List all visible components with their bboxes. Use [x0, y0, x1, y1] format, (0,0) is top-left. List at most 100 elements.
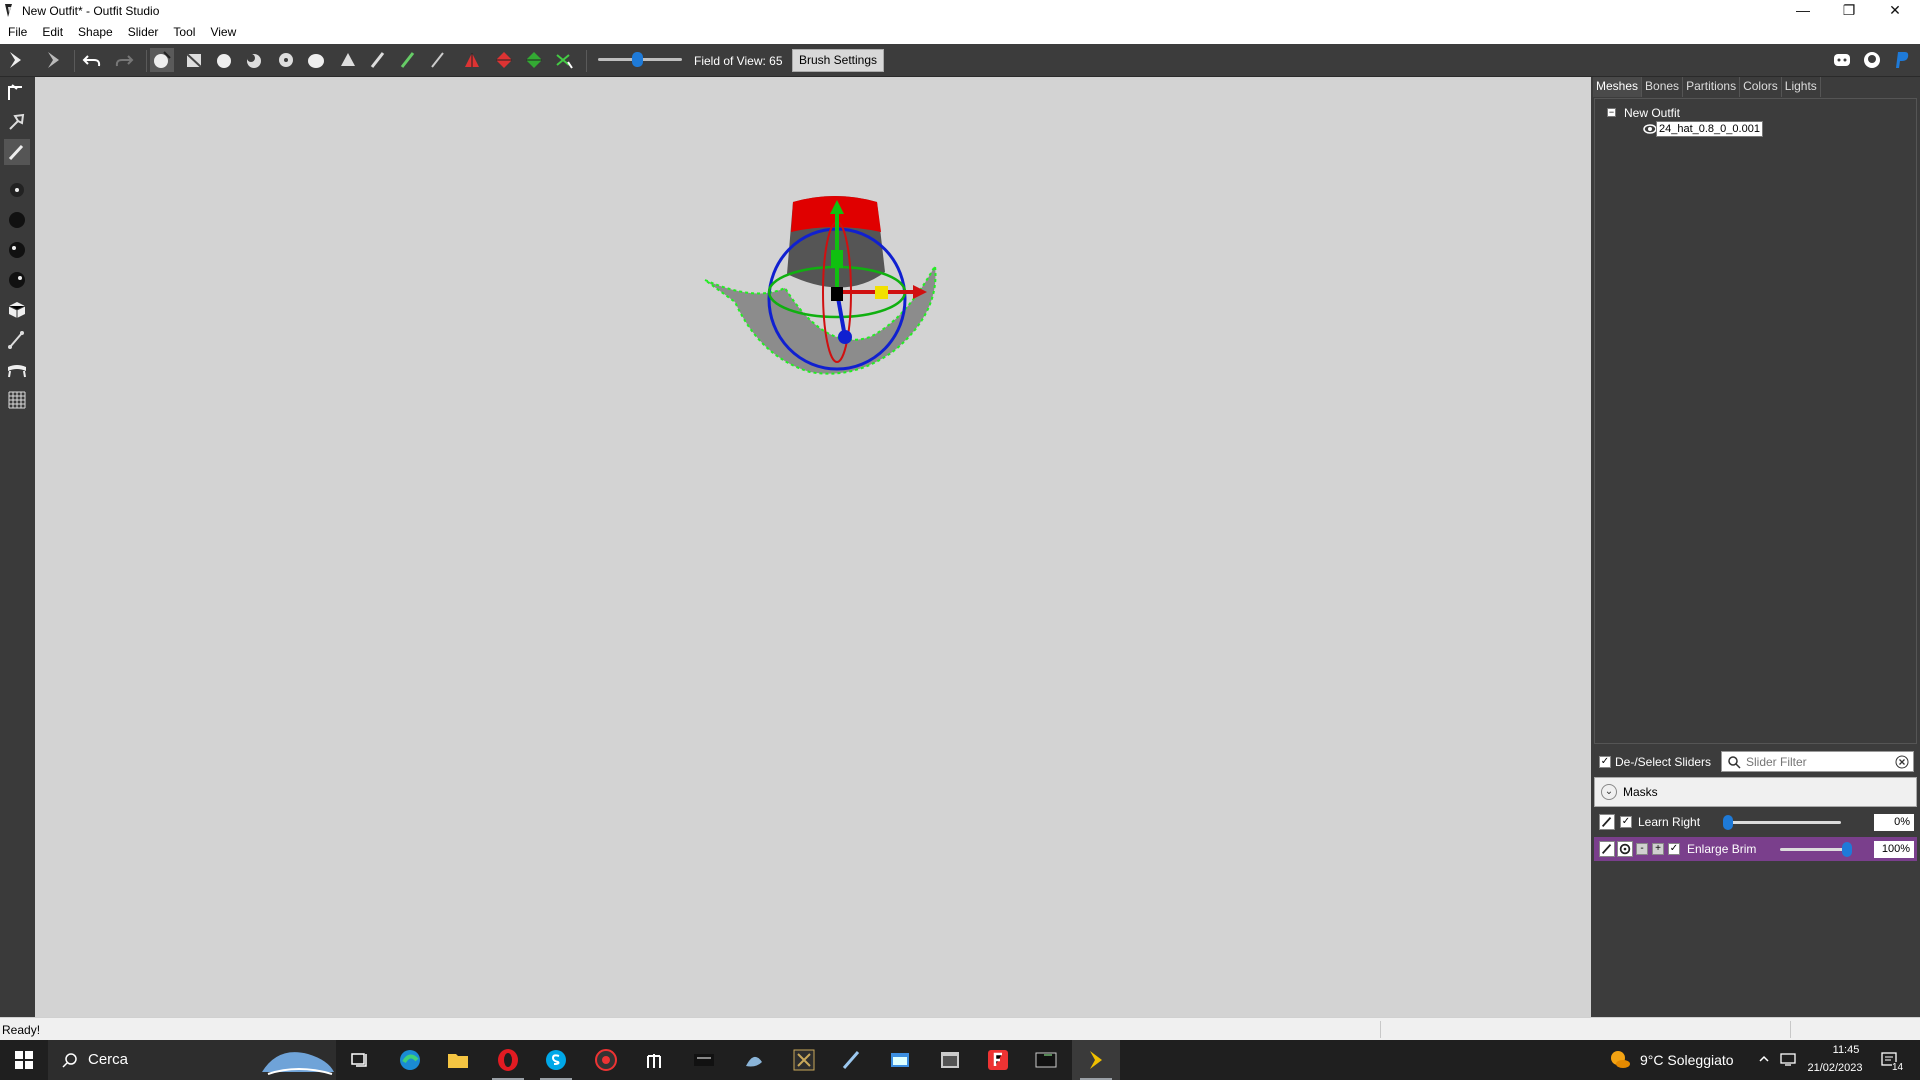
tray-overflow-chevron-icon[interactable]: [1758, 1053, 1770, 1065]
cube-tool-icon[interactable]: [4, 297, 30, 323]
network-icon[interactable]: [1780, 1052, 1796, 1066]
minimize-button[interactable]: —: [1780, 0, 1826, 22]
transform-tool-icon[interactable]: [460, 48, 484, 72]
tab-partitions[interactable]: Partitions: [1683, 77, 1741, 97]
grid-tool-icon[interactable]: [4, 387, 30, 413]
visibility-eye-icon[interactable]: [1643, 123, 1657, 135]
slider-header: ✓ De-/Select Sliders: [1591, 749, 1920, 775]
paypal-icon[interactable]: [1890, 48, 1914, 72]
tab-meshes[interactable]: Meshes: [1593, 77, 1643, 97]
search-highlight-art-icon: [262, 1052, 334, 1075]
skype-icon[interactable]: [532, 1040, 580, 1080]
pencil-tool-icon[interactable]: [4, 139, 30, 165]
brush-size-small-icon[interactable]: [4, 177, 30, 203]
restore-button[interactable]: ❐: [1826, 0, 1872, 22]
tab-bones[interactable]: Bones: [1642, 77, 1684, 97]
edit-slider-pencil-icon[interactable]: [1599, 814, 1615, 830]
slider-minus-button[interactable]: -: [1636, 843, 1648, 855]
pivot-tool-icon[interactable]: [492, 48, 516, 72]
taskbar-search[interactable]: Cerca: [48, 1040, 336, 1080]
close-button[interactable]: ✕: [1872, 0, 1918, 22]
app-window-icon[interactable]: [876, 1040, 924, 1080]
start-button[interactable]: [0, 1040, 48, 1080]
brush-settings-button[interactable]: Brush Settings: [792, 49, 884, 72]
github-icon[interactable]: [1860, 48, 1884, 72]
app-terminal-icon[interactable]: [680, 1040, 728, 1080]
menu-shape[interactable]: Shape: [70, 22, 120, 42]
color-brush-icon[interactable]: [396, 48, 420, 72]
tree-root-item[interactable]: New Outfit: [1624, 106, 1680, 120]
select-outfit-icon[interactable]: [4, 48, 28, 72]
tree-mesh-item[interactable]: 24_hat_0.8_0_0.001: [1656, 121, 1763, 137]
app-red-icon[interactable]: [582, 1040, 630, 1080]
brush-inflate-icon[interactable]: [4, 207, 30, 233]
slider-filter-input[interactable]: [1746, 753, 1886, 770]
clock-date[interactable]: 21/02/2023: [1800, 1062, 1870, 1074]
slider-value[interactable]: 0%: [1874, 814, 1914, 831]
select-reference-icon[interactable]: [42, 48, 66, 72]
slider-value[interactable]: 100%: [1874, 841, 1914, 858]
masks-section[interactable]: ⌄ Masks: [1594, 777, 1917, 807]
3d-viewport[interactable]: [35, 77, 1591, 1017]
tab-colors[interactable]: Colors: [1740, 77, 1782, 97]
pin-tool-icon[interactable]: [4, 109, 30, 135]
app-people-icon[interactable]: [632, 1040, 680, 1080]
outfit-studio-taskbar-icon[interactable]: [1072, 1040, 1120, 1080]
brush-deflate-icon[interactable]: [4, 237, 30, 263]
slider-settings-gear-icon[interactable]: [1617, 841, 1633, 857]
chevron-down-icon[interactable]: ⌄: [1601, 784, 1617, 800]
weight-brush-icon[interactable]: [366, 48, 390, 72]
tab-lights[interactable]: Lights: [1781, 77, 1821, 97]
slider-filter-box: [1721, 751, 1914, 772]
brush-move-icon[interactable]: [4, 267, 30, 293]
deselect-sliders-checkbox[interactable]: ✓: [1599, 756, 1611, 768]
weather-widget[interactable]: 9°C Soleggiato: [1608, 1040, 1734, 1080]
app-terminal-99-icon[interactable]: [1022, 1040, 1070, 1080]
slider-thumb[interactable]: [1723, 815, 1733, 830]
tree-collapse-toggle[interactable]: −: [1607, 108, 1616, 117]
slider-visible-checkbox[interactable]: ✓: [1620, 816, 1632, 828]
edit-slider-pencil-icon[interactable]: [1599, 841, 1615, 857]
slider-visible-checkbox[interactable]: ✓: [1668, 843, 1680, 855]
collapse-vertex-icon[interactable]: [552, 48, 576, 72]
app-paint-icon[interactable]: [730, 1040, 778, 1080]
menu-file[interactable]: File: [0, 22, 34, 42]
menu-slider[interactable]: Slider: [120, 22, 166, 42]
inflate-brush-icon[interactable]: [212, 48, 236, 72]
undiff-brush-icon[interactable]: [336, 48, 360, 72]
deflate-brush-icon[interactable]: [242, 48, 266, 72]
redo-icon[interactable]: [112, 48, 136, 72]
file-explorer-icon[interactable]: [434, 1040, 482, 1080]
fov-slider-thumb[interactable]: [632, 52, 643, 67]
undo-icon[interactable]: [80, 48, 104, 72]
edge-tool-icon[interactable]: [4, 327, 30, 353]
brush-select-icon[interactable]: [150, 48, 174, 72]
transform-tool-icon[interactable]: [4, 79, 30, 105]
app-red-f-icon[interactable]: [974, 1040, 1022, 1080]
task-view-icon[interactable]: [336, 1040, 384, 1080]
slider-track[interactable]: [1723, 821, 1841, 824]
bridge-tool-icon[interactable]: [4, 357, 30, 383]
opera-browser-icon[interactable]: [484, 1040, 532, 1080]
app-settings-window-icon[interactable]: [926, 1040, 974, 1080]
menu-bar: File Edit Shape Slider Tool View: [0, 22, 1920, 42]
menu-view[interactable]: View: [202, 22, 243, 42]
slider-thumb[interactable]: [1842, 842, 1852, 857]
mask-brush-icon[interactable]: [182, 48, 206, 72]
menu-tool[interactable]: Tool: [165, 22, 202, 42]
discord-icon[interactable]: [1830, 48, 1854, 72]
move-brush-icon[interactable]: [274, 48, 298, 72]
vertex-select-icon[interactable]: [522, 48, 546, 72]
slider-plus-button[interactable]: +: [1652, 843, 1664, 855]
hat-mesh-model[interactable]: [695, 192, 995, 392]
masks-label: Masks: [1623, 785, 1658, 799]
clock-time[interactable]: 11:45: [1816, 1044, 1876, 1056]
app-feather-icon[interactable]: [828, 1040, 876, 1080]
toolbar-separator: [74, 50, 75, 72]
app-vault-icon[interactable]: [780, 1040, 828, 1080]
edge-browser-icon[interactable]: [386, 1040, 434, 1080]
alpha-brush-icon[interactable]: [426, 48, 450, 72]
smooth-brush-icon[interactable]: [304, 48, 328, 72]
menu-edit[interactable]: Edit: [34, 22, 70, 42]
clear-filter-icon[interactable]: [1895, 755, 1909, 769]
